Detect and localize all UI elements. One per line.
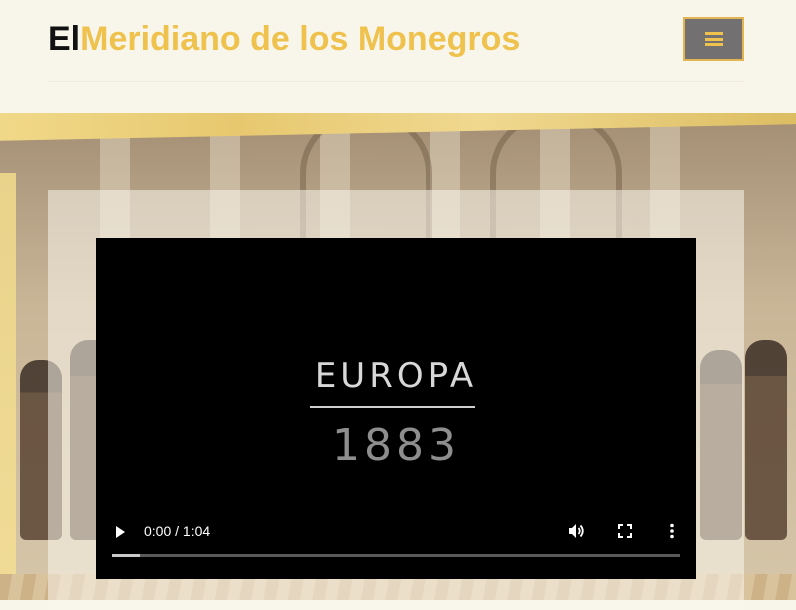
video-controls: 0:00 / 1:04 <box>96 516 696 556</box>
volume-icon[interactable] <box>566 521 586 541</box>
video-progress-fill <box>112 554 141 557</box>
more-options-icon[interactable] <box>662 521 682 541</box>
video-time: 0:00 / 1:04 <box>144 523 211 539</box>
video-frame-rule <box>310 406 475 408</box>
video-progress-bar[interactable] <box>112 554 680 557</box>
video-frame-title: EUROPA <box>314 356 478 396</box>
photo-frame-left <box>0 173 16 600</box>
header-divider <box>48 81 744 82</box>
video-frame-year: 1883 <box>332 420 460 471</box>
hamburger-menu-icon <box>704 32 723 46</box>
play-icon[interactable] <box>112 524 128 540</box>
video-player[interactable]: EUROPA 1883 0:00 / 1:04 <box>96 238 696 579</box>
site-title-first: El <box>48 20 81 58</box>
fullscreen-icon[interactable] <box>615 521 635 541</box>
site-header: ElMeridiano de los Monegros <box>0 0 796 113</box>
photo-figure <box>745 340 787 540</box>
site-title-rest: Meridiano de los Monegros <box>80 20 521 58</box>
menu-toggle-button[interactable] <box>683 17 744 61</box>
site-title[interactable]: ElMeridiano de los Monegros <box>48 18 520 60</box>
